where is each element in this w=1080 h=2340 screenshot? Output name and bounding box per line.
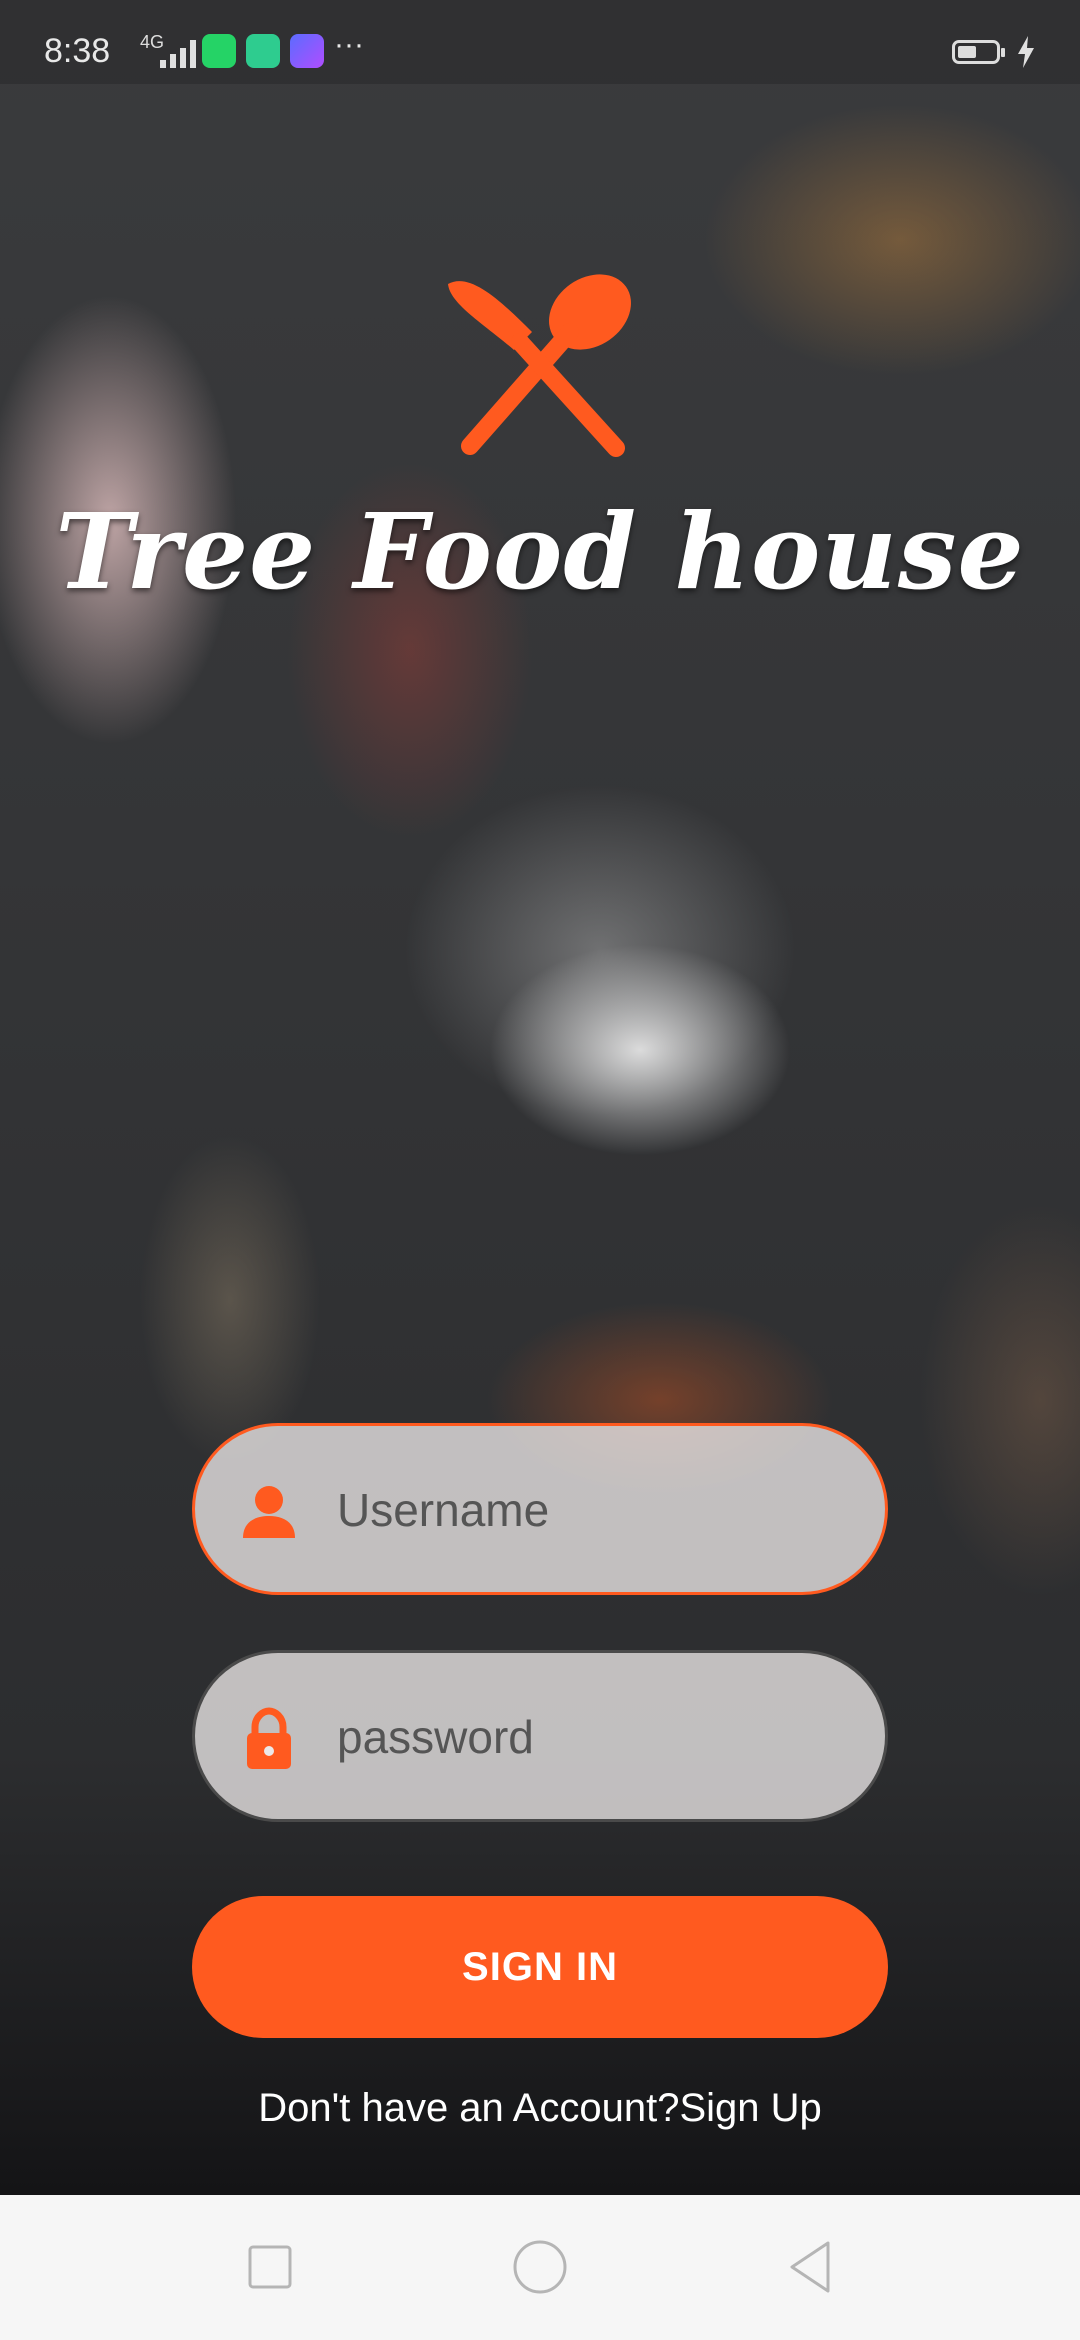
home-button[interactable] [508,2235,572,2299]
charging-icon [1018,36,1034,68]
login-screen: 8:38 4G ··· Tree Food house Username SIG… [0,0,1080,2195]
signup-prompt: Don't have an Account?Sign Up [0,2086,1080,2131]
recent-apps-button[interactable] [238,2235,302,2299]
battery-icon [952,40,1005,64]
password-field[interactable] [192,1650,888,1822]
signal-icon [160,38,196,68]
lock-icon [247,1707,291,1769]
no-account-text: Don't have an Account? [258,2086,680,2130]
password-input[interactable] [335,1653,859,1821]
sign-in-button[interactable]: SIGN IN [192,1896,888,2038]
username-field[interactable] [192,1423,888,1595]
shortcut-app-icon [290,34,324,68]
brand-title: Tree Food house [55,490,1025,613]
whatsapp-icon [202,34,236,68]
person-icon [243,1486,295,1538]
more-notifications: ··· [334,28,364,61]
crossed-knife-spoon-icon [448,274,631,457]
status-bar: 8:38 4G ··· [0,0,1080,84]
username-input[interactable] [335,1426,859,1594]
sign-up-link[interactable]: Sign Up [679,2086,821,2130]
system-nav-bar [0,2195,1080,2340]
back-button[interactable] [778,2235,842,2299]
status-time: 8:38 [44,32,111,70]
notification-app-icon [246,34,280,68]
